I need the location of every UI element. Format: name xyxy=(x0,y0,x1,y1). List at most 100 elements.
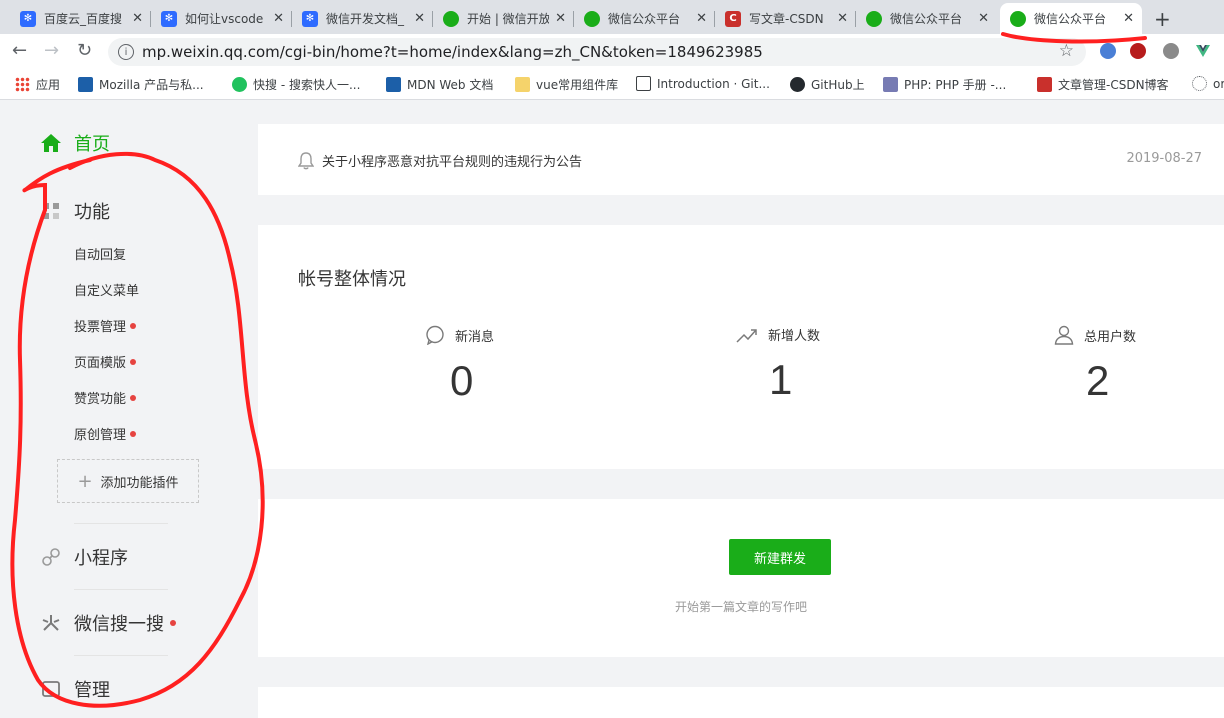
url-text: mp.weixin.qq.com/cgi-bin/home?t=home/ind… xyxy=(142,43,763,61)
sidebar-item-vote[interactable]: 投票管理 xyxy=(74,316,137,335)
bookmark-item[interactable]: or xyxy=(1192,76,1224,91)
bookmark-label: Mozilla 产品与私... xyxy=(99,78,204,92)
kuaisou-icon xyxy=(232,77,247,92)
notice-text[interactable]: 关于小程序恶意对抗平台规则的违规行为公告 xyxy=(322,151,582,170)
stat-new-followers[interactable]: 新增人数 1 xyxy=(736,325,936,404)
sidebar-section-function[interactable]: 功能 xyxy=(40,198,110,224)
bell-icon xyxy=(297,152,315,174)
new-badge-dot xyxy=(170,620,176,626)
bookmark-label: GitHub上 xyxy=(811,78,865,92)
browser-tab[interactable]: 微信公众平台 ✕ xyxy=(574,3,715,34)
new-badge-dot xyxy=(130,322,137,329)
close-icon[interactable]: ✕ xyxy=(414,11,425,26)
bookmark-item[interactable]: 应用 xyxy=(15,76,60,93)
close-icon[interactable]: ✕ xyxy=(1123,11,1134,26)
browser-tab-strip: ✻ 百度云_百度搜 ✕ ✻ 如何让vscode ✕ ✻ 微信开发文档_ ✕ 开始… xyxy=(0,0,1224,34)
browser-tab[interactable]: 微信公众平台 ✕ xyxy=(856,3,997,34)
address-bar: ← → ↻ i mp.weixin.qq.com/cgi-bin/home?t=… xyxy=(0,34,1224,70)
github-icon xyxy=(790,77,805,92)
sidebar-section-label: 管理 xyxy=(74,680,110,701)
bookmark-item[interactable]: GitHub上 xyxy=(790,76,865,93)
add-plugin-button[interactable]: + 添加功能插件 xyxy=(57,459,199,503)
account-overview-card: 帐号整体情况 新消息 0 新增人数 1 总用户数 2 xyxy=(258,225,1224,469)
browser-tab[interactable]: ✻ 微信开发文档_ ✕ xyxy=(292,3,433,34)
stat-label: 总用户数 xyxy=(1084,329,1137,345)
bookmark-label: 文章管理-CSDN博客 xyxy=(1058,78,1169,92)
gear-extension-icon[interactable] xyxy=(1163,43,1179,59)
bookmark-item[interactable]: 文章管理-CSDN博客 xyxy=(1037,76,1169,93)
sidebar-section-label: 微信搜一搜 xyxy=(74,614,164,635)
stat-total-users[interactable]: 总用户数 2 xyxy=(1054,325,1224,405)
forward-arrow-icon[interactable]: → xyxy=(44,40,59,61)
sidebar-item-label: 自定义菜单 xyxy=(74,284,140,299)
search-spark-icon xyxy=(40,612,62,634)
wechat-icon xyxy=(866,10,882,27)
browser-tab[interactable]: ✻ 百度云_百度搜 ✕ xyxy=(10,3,151,34)
sidebar-section-manage[interactable]: 管理 xyxy=(40,676,110,702)
browser-tab[interactable]: 开始 | 微信开放 ✕ xyxy=(433,3,574,34)
baidu-paw-icon: ✻ xyxy=(302,10,318,27)
sidebar-item-original[interactable]: 原创管理 xyxy=(74,424,137,443)
bookmark-item[interactable]: PHP: PHP 手册 -... xyxy=(883,76,1006,93)
mdn-icon xyxy=(386,77,401,92)
new-badge-dot xyxy=(130,394,137,401)
browser-tab-active[interactable]: 微信公众平台 ✕ xyxy=(1000,3,1142,34)
close-icon[interactable]: ✕ xyxy=(273,11,284,26)
plus-icon: + xyxy=(77,470,93,492)
bookmark-star-icon[interactable]: ☆ xyxy=(1059,41,1074,61)
mdn-icon xyxy=(78,77,93,92)
sidebar-section-mini-program[interactable]: 小程序 xyxy=(40,544,128,570)
sidebar-item-auto-reply[interactable]: 自动回复 xyxy=(74,244,126,263)
tab-title: 如何让vscode xyxy=(185,12,264,26)
sidebar-section-wechat-search[interactable]: 微信搜一搜 xyxy=(40,610,176,636)
sidebar-item-custom-menu[interactable]: 自定义菜单 xyxy=(74,280,139,299)
sidebar-item-home[interactable]: 首页 xyxy=(40,130,110,156)
sidebar-item-reward[interactable]: 赞赏功能 xyxy=(74,388,137,407)
new-badge-dot xyxy=(130,430,137,437)
back-arrow-icon[interactable]: ← xyxy=(12,40,27,61)
sidebar-item-page-template[interactable]: 页面模版 xyxy=(74,352,137,371)
csdn-icon xyxy=(1037,77,1052,92)
notice-card[interactable]: 关于小程序恶意对抗平台规则的违规行为公告 2019-08-27 xyxy=(258,124,1224,195)
new-tab-button[interactable]: + xyxy=(1154,7,1171,31)
csdn-icon: C xyxy=(725,10,741,27)
vue-devtools-icon[interactable] xyxy=(1195,43,1211,59)
divider xyxy=(74,589,168,590)
bookmarks-bar: 应用 Mozilla 产品与私... 快搜 - 搜索快人一... MDN Web… xyxy=(0,70,1224,100)
stat-new-messages[interactable]: 新消息 0 xyxy=(425,325,625,405)
site-info-icon[interactable]: i xyxy=(118,44,134,60)
bookmark-item[interactable]: 快搜 - 搜索快人一... xyxy=(232,76,360,93)
overview-title: 帐号整体情况 xyxy=(298,269,406,290)
browser-tab[interactable]: ✻ 如何让vscode ✕ xyxy=(151,3,292,34)
bookmark-label: PHP: PHP 手册 -... xyxy=(904,78,1007,92)
close-icon[interactable]: ✕ xyxy=(555,11,566,26)
sidebar-item-label: 页面模版 xyxy=(74,356,127,371)
close-icon[interactable]: ✕ xyxy=(978,11,989,26)
reload-icon[interactable]: ↻ xyxy=(77,40,92,61)
bookmark-item[interactable]: Introduction · Git... xyxy=(636,76,770,91)
sidebar-section-label: 功能 xyxy=(74,202,110,223)
url-field[interactable]: i mp.weixin.qq.com/cgi-bin/home?t=home/i… xyxy=(108,38,1086,66)
tab-title: 微信开发文档_ xyxy=(326,12,405,26)
stat-value: 2 xyxy=(1086,357,1110,404)
bookmark-label: or xyxy=(1213,76,1224,91)
bookmark-item[interactable]: vue常用组件库 xyxy=(515,76,618,93)
new-badge-dot xyxy=(130,358,137,365)
sidebar-item-label: 投票管理 xyxy=(74,320,127,335)
sidebar-item-label: 赞赏功能 xyxy=(74,392,127,407)
close-icon[interactable]: ✕ xyxy=(837,11,848,26)
close-icon[interactable]: ✕ xyxy=(132,11,143,26)
grid-icon xyxy=(40,202,62,220)
ublock-extension-icon[interactable] xyxy=(1130,43,1146,59)
wechat-icon xyxy=(1010,10,1026,27)
tab-title: 百度云_百度搜 xyxy=(44,12,123,26)
bookmark-item[interactable]: MDN Web 文档 xyxy=(386,76,493,93)
close-icon[interactable]: ✕ xyxy=(696,11,707,26)
bookmark-item[interactable]: Mozilla 产品与私... xyxy=(78,76,204,93)
wechat-icon xyxy=(584,10,600,27)
book-icon xyxy=(636,76,651,91)
sidebar-section-label: 小程序 xyxy=(74,548,128,569)
extension-icon[interactable] xyxy=(1100,43,1116,59)
new-mass-send-button[interactable]: 新建群发 xyxy=(729,539,831,575)
browser-tab[interactable]: C 写文章-CSDN ✕ xyxy=(715,3,856,34)
